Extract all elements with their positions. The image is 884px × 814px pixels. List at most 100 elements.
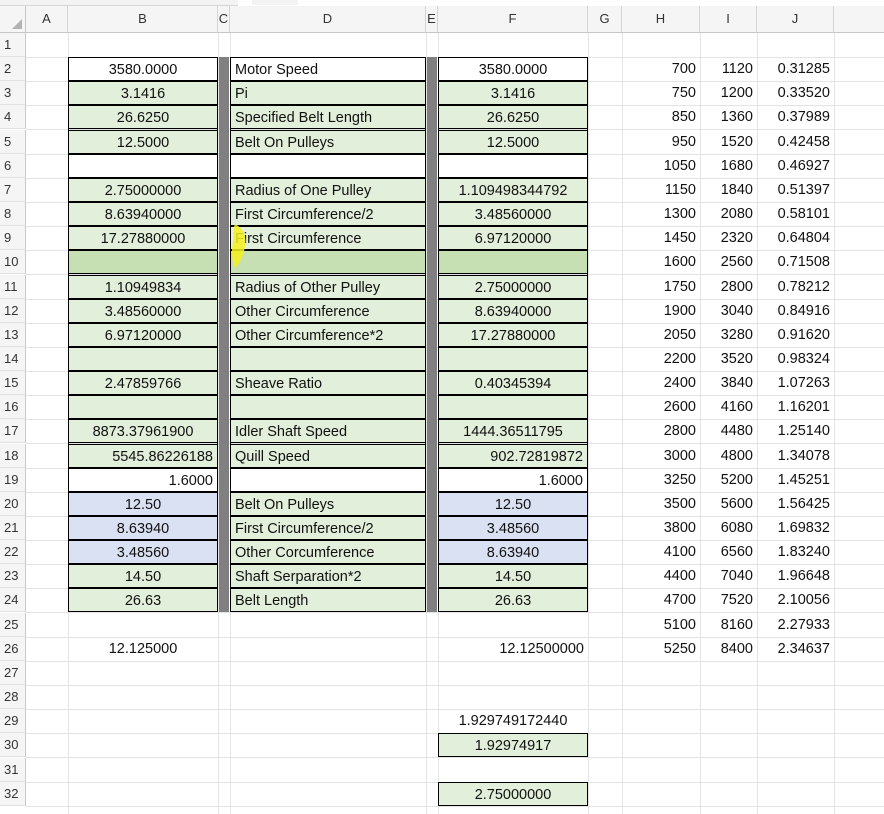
- cell-d20[interactable]: Belt On Pulleys: [230, 491, 426, 516]
- cell-i18[interactable]: 4800: [700, 444, 757, 468]
- cell-d10[interactable]: [230, 250, 426, 275]
- cell-b18[interactable]: 5545.86226188: [68, 443, 218, 468]
- cell-d8[interactable]: First Circumference/2: [230, 202, 426, 227]
- row-header-10[interactable]: 10: [0, 250, 26, 275]
- cell-b19[interactable]: 1.6000: [68, 467, 218, 492]
- cell-h3[interactable]: 750: [622, 81, 700, 105]
- cell-d19[interactable]: [230, 467, 426, 492]
- cell-d17[interactable]: Idler Shaft Speed: [230, 419, 426, 444]
- cell-j24[interactable]: 2.10056: [757, 588, 834, 612]
- cell-b7[interactable]: 2.75000000: [68, 177, 218, 202]
- row-header-25[interactable]: 25: [0, 612, 26, 637]
- cell-i19[interactable]: 5200: [700, 468, 757, 492]
- cell-h4[interactable]: 850: [622, 105, 700, 129]
- cell-f4[interactable]: 26.6250: [438, 105, 588, 130]
- cell-i6[interactable]: 1680: [700, 154, 757, 178]
- cell-h23[interactable]: 4400: [622, 564, 700, 588]
- cell-b5[interactable]: 12.5000: [68, 129, 218, 154]
- cell-d7[interactable]: Radius of One Pulley: [230, 177, 426, 202]
- cell-i16[interactable]: 4160: [700, 395, 757, 419]
- cell-i9[interactable]: 2320: [700, 226, 757, 250]
- cell-i20[interactable]: 5600: [700, 492, 757, 516]
- cell-j9[interactable]: 0.64804: [757, 226, 834, 250]
- cell-d11[interactable]: Radius of Other Pulley: [230, 274, 426, 299]
- cell-j20[interactable]: 1.56425: [757, 492, 834, 516]
- row-header-9[interactable]: 9: [0, 226, 26, 251]
- cell-f18[interactable]: 902.72819872: [438, 443, 588, 468]
- cell-b16[interactable]: [68, 395, 218, 420]
- cell-i5[interactable]: 1520: [700, 130, 757, 154]
- cell-f8[interactable]: 3.48560000: [438, 202, 588, 227]
- cell-h26[interactable]: 5250: [622, 637, 700, 661]
- cell-f15[interactable]: 0.40345394: [438, 371, 588, 396]
- cell-f21[interactable]: 3.48560: [438, 516, 588, 540]
- cell-j16[interactable]: 1.16201: [757, 395, 834, 419]
- cell-b15[interactable]: 2.47859766: [68, 371, 218, 396]
- cell-i25[interactable]: 8160: [700, 613, 757, 637]
- cell-b9[interactable]: 17.27880000: [68, 226, 218, 251]
- cell-i15[interactable]: 3840: [700, 371, 757, 395]
- row-header-13[interactable]: 13: [0, 322, 26, 347]
- cell-b8[interactable]: 8.63940000: [68, 202, 218, 227]
- column-header-e[interactable]: E: [426, 6, 438, 32]
- cell-h22[interactable]: 4100: [622, 540, 700, 564]
- cell-b24[interactable]: 26.63: [68, 588, 218, 613]
- cell-d21[interactable]: First Circumference/2: [230, 516, 426, 540]
- cell-h7[interactable]: 1150: [622, 178, 700, 202]
- cell-f30[interactable]: 1.92974917: [438, 733, 588, 758]
- cell-i8[interactable]: 2080: [700, 202, 757, 226]
- cell-f19[interactable]: 1.6000: [438, 467, 588, 492]
- row-header-1[interactable]: 1: [0, 33, 26, 57]
- column-header-j[interactable]: J: [757, 6, 834, 32]
- cell-d18[interactable]: Quill Speed: [230, 443, 426, 468]
- cell-j26[interactable]: 2.34637: [757, 637, 834, 661]
- cell-j4[interactable]: 0.37989: [757, 105, 834, 129]
- cell-h15[interactable]: 2400: [622, 371, 700, 395]
- cell-d5[interactable]: Belt On Pulleys: [230, 129, 426, 154]
- row-header-28[interactable]: 28: [0, 685, 26, 710]
- cell-j25[interactable]: 2.27933: [757, 613, 834, 637]
- cell-f2[interactable]: 3580.0000: [438, 57, 588, 82]
- cell-j12[interactable]: 0.84916: [757, 299, 834, 323]
- cell-h13[interactable]: 2050: [622, 323, 700, 347]
- cell-d22[interactable]: Other Corcumference: [230, 540, 426, 565]
- cell-j7[interactable]: 0.51397: [757, 178, 834, 202]
- cell-f17[interactable]: 1444.36511795: [438, 419, 588, 444]
- row-header-5[interactable]: 5: [0, 129, 26, 154]
- cell-j18[interactable]: 1.34078: [757, 444, 834, 468]
- row-header-3[interactable]: 3: [0, 81, 26, 106]
- row-header-21[interactable]: 21: [0, 516, 26, 540]
- cell-h12[interactable]: 1900: [622, 299, 700, 323]
- row-header-18[interactable]: 18: [0, 443, 26, 468]
- column-header-i[interactable]: I: [700, 6, 757, 32]
- cell-i4[interactable]: 1360: [700, 105, 757, 129]
- cell-f12[interactable]: 8.63940000: [438, 298, 588, 323]
- row-header-2[interactable]: 2: [0, 57, 26, 82]
- cell-i13[interactable]: 3280: [700, 323, 757, 347]
- cell-h2[interactable]: 700: [622, 57, 700, 81]
- cell-j6[interactable]: 0.46927: [757, 154, 834, 178]
- column-header-h[interactable]: H: [622, 6, 700, 32]
- cell-b17[interactable]: 8873.37961900: [68, 419, 218, 444]
- column-header-a[interactable]: A: [26, 6, 68, 32]
- cell-d12[interactable]: Other Circumference: [230, 298, 426, 323]
- cell-h19[interactable]: 3250: [622, 468, 700, 492]
- cell-i11[interactable]: 2800: [700, 275, 757, 299]
- row-header-19[interactable]: 19: [0, 467, 26, 492]
- cell-f20[interactable]: 12.50: [438, 491, 588, 516]
- cell-d13[interactable]: Other Circumference*2: [230, 322, 426, 347]
- cell-f14[interactable]: [438, 346, 588, 371]
- cell-i14[interactable]: 3520: [700, 347, 757, 371]
- cell-f23[interactable]: 14.50: [438, 564, 588, 589]
- row-header-20[interactable]: 20: [0, 491, 26, 516]
- cell-h6[interactable]: 1050: [622, 154, 700, 178]
- row-header-23[interactable]: 23: [0, 564, 26, 589]
- cell-i10[interactable]: 2560: [700, 250, 757, 274]
- cell-f9[interactable]: 6.97120000: [438, 226, 588, 251]
- cell-b4[interactable]: 26.6250: [68, 105, 218, 130]
- cell-h5[interactable]: 950: [622, 130, 700, 154]
- row-header-14[interactable]: 14: [0, 346, 26, 371]
- cell-h17[interactable]: 2800: [622, 419, 700, 443]
- cell-j10[interactable]: 0.71508: [757, 250, 834, 274]
- cell-i26[interactable]: 8400: [700, 637, 757, 661]
